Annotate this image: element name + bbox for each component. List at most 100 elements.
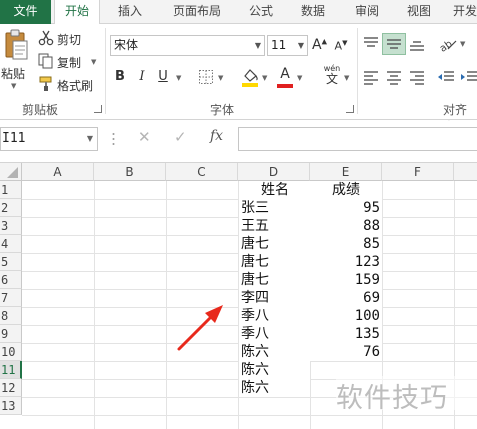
italic-button[interactable]: I [135,69,149,84]
underline-dropdown-icon[interactable]: ▼ [176,74,181,82]
cell-e6[interactable]: 159 [312,271,380,289]
insert-function-icon[interactable]: fx [210,128,223,144]
font-color-button[interactable]: A [277,66,293,88]
cell-d9[interactable]: 季八 [241,325,309,343]
cell-e4[interactable]: 85 [312,235,380,253]
phonetic-dropdown-icon[interactable]: ▼ [344,74,349,82]
copy-label[interactable]: 复制 [57,54,81,71]
row-header-9[interactable]: 9 [0,325,22,343]
orientation-dropdown-icon[interactable]: ▼ [460,40,465,48]
cell-d5[interactable]: 唐七 [241,253,309,271]
font-name-combobox[interactable]: 宋体 ▼ [110,35,265,56]
enter-icon[interactable]: ✓ [174,128,187,146]
align-left-icon[interactable] [362,69,380,85]
decrease-indent-icon[interactable] [437,69,455,85]
cell-d6[interactable]: 唐七 [241,271,309,289]
font-dialog-launcher-icon[interactable] [346,105,354,113]
row-header-2[interactable]: 2 [0,199,22,217]
name-box[interactable]: I11 ▼ [0,127,98,151]
row-header-3[interactable]: 3 [0,217,22,235]
cell-d8[interactable]: 季八 [241,307,309,325]
tab-formulas[interactable]: 公式 [240,0,282,24]
tab-home[interactable]: 开始 [54,0,100,25]
tab-insert[interactable]: 插入 [107,0,153,24]
column-header-c[interactable]: C [166,163,238,181]
top-align-icon[interactable] [362,36,380,52]
column-header-f[interactable]: F [382,163,454,181]
increase-indent-icon[interactable] [460,69,477,85]
tab-file[interactable]: 文件 [0,0,51,24]
tab-developer[interactable]: 开发 [450,0,477,24]
cell-d11[interactable]: 陈六 [241,361,309,379]
column-header-d[interactable]: D [238,163,310,181]
orientation-icon[interactable]: ab [438,35,458,55]
cell-e7[interactable]: 69 [312,289,380,307]
cell-e9[interactable]: 135 [312,325,380,343]
tab-data[interactable]: 数据 [292,0,334,24]
chevron-down-icon[interactable]: ▼ [298,36,304,55]
format-painter-label[interactable]: 格式刷 [57,77,93,94]
tab-view[interactable]: 视图 [398,0,440,24]
cancel-icon[interactable]: ✕ [138,128,151,146]
row-header-1[interactable]: 1 [0,181,22,199]
copy-dropdown-icon[interactable]: ▼ [91,58,96,66]
formula-bar-grip-icon[interactable] [112,131,115,147]
cell-e3[interactable]: 88 [312,217,380,235]
grow-font-button[interactable]: A▲ [312,37,327,53]
chevron-down-icon[interactable]: ▼ [255,36,261,55]
row-header-12[interactable]: 12 [0,379,22,397]
cell-e10[interactable]: 76 [312,343,380,361]
cell-d1[interactable]: 姓名 [241,181,309,199]
formula-input[interactable] [238,127,477,151]
clipboard-dialog-launcher-icon[interactable] [94,105,102,113]
paste-icon[interactable] [4,29,30,63]
column-header-b[interactable]: B [94,163,166,181]
chevron-down-icon[interactable]: ▼ [87,128,93,150]
select-all-corner[interactable] [0,163,22,181]
row-header-11[interactable]: 11 [0,361,22,379]
column-header-a[interactable]: A [22,163,94,181]
name-box-value: I11 [2,131,26,146]
fill-color-dropdown-icon[interactable]: ▼ [262,74,267,82]
middle-align-icon[interactable] [382,33,406,55]
fill-color-icon[interactable] [241,67,259,87]
underline-button[interactable]: U [156,69,170,84]
align-right-icon[interactable] [408,69,426,85]
column-header-e[interactable]: E [310,163,382,181]
row-header-6[interactable]: 6 [0,271,22,289]
align-center-icon[interactable] [385,69,403,85]
row-header-13[interactable]: 13 [0,397,22,415]
cell-d7[interactable]: 李四 [241,289,309,307]
row-header-10[interactable]: 10 [0,343,22,361]
font-size-combobox[interactable]: 11 ▼ [267,35,308,56]
cell-d10[interactable]: 陈六 [241,343,309,361]
cell-e2[interactable]: 95 [312,199,380,217]
phonetic-guide-button[interactable]: wén 文 [320,64,344,88]
borders-icon[interactable] [198,69,214,85]
shrink-font-button[interactable]: A▼ [334,39,348,53]
cell-e1[interactable]: 成绩 [312,181,380,199]
tab-review[interactable]: 审阅 [346,0,388,24]
cell-d2[interactable]: 张三 [241,199,309,217]
column-header-g[interactable] [454,163,477,181]
copy-icon[interactable] [38,53,54,69]
tab-page-layout[interactable]: 页面布局 [161,0,233,24]
format-painter-icon[interactable] [38,76,54,92]
paste-label[interactable]: 粘贴 [1,65,25,82]
cell-d3[interactable]: 王五 [241,217,309,235]
cut-icon[interactable] [38,30,54,46]
cell-d4[interactable]: 唐七 [241,235,309,253]
cell-d12[interactable]: 陈六 [241,379,309,397]
paste-dropdown-icon[interactable]: ▼ [11,82,16,90]
font-color-dropdown-icon[interactable]: ▼ [297,74,302,82]
bold-button[interactable]: B [113,69,127,84]
cell-e8[interactable]: 100 [312,307,380,325]
bottom-align-icon[interactable] [408,36,426,52]
row-header-4[interactable]: 4 [0,235,22,253]
cell-e5[interactable]: 123 [312,253,380,271]
cut-label[interactable]: 剪切 [57,31,81,48]
row-header-5[interactable]: 5 [0,253,22,271]
row-header-7[interactable]: 7 [0,289,22,307]
row-header-8[interactable]: 8 [0,307,22,325]
borders-dropdown-icon[interactable]: ▼ [218,74,223,82]
